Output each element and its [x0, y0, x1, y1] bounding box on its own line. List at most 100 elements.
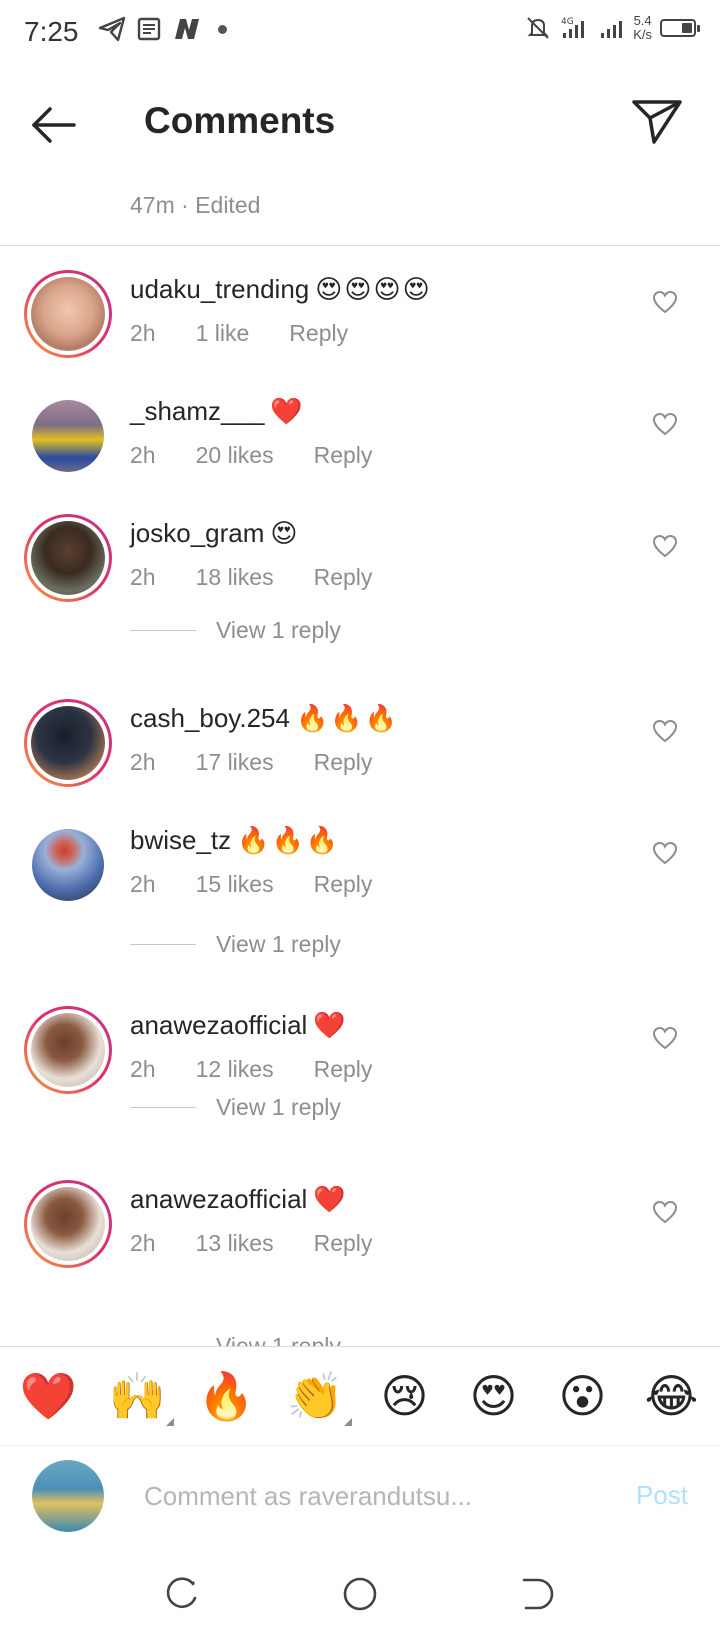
system-nav-bar [0, 1546, 720, 1640]
reply-button[interactable]: Reply [314, 1230, 373, 1257]
comment-item[interactable]: josko_gram 😍 2h 18 likes Reply [0, 490, 720, 610]
comment-input[interactable] [144, 1476, 584, 1516]
reply-button[interactable]: Reply [314, 1056, 373, 1083]
comment-username[interactable]: cash_boy.254 [130, 703, 290, 733]
emoji-reaction-bar: ❤️ 🙌 🔥 👏 😢 😍 😮 😂 [0, 1346, 720, 1446]
signal-4g-icon: 4G [561, 17, 585, 38]
emoji-crying-button[interactable]: 😢 [365, 1369, 445, 1423]
emoji-heart-button[interactable]: ❤️ [9, 1369, 89, 1424]
comment-item[interactable]: bwise_tz 🔥🔥🔥 2h 15 likes Reply [0, 797, 720, 917]
view-replies-button[interactable]: View 1 reply [130, 610, 341, 650]
heart-icon[interactable] [652, 841, 678, 865]
comment-item[interactable]: udaku_trending 😍😍😍😍 2h 1 like Reply [0, 246, 720, 366]
view-replies-label: View 1 reply [216, 1093, 341, 1120]
avatar[interactable] [24, 1180, 112, 1268]
comment-username[interactable]: bwise_tz [130, 825, 231, 855]
reply-button[interactable]: Reply [314, 564, 373, 591]
skin-tone-indicator [343, 1417, 352, 1426]
news-icon [137, 17, 161, 41]
comment-composer: Post [0, 1446, 720, 1546]
caption-meta: 47m · Edited [130, 192, 261, 218]
status-bar: 7:25 4G 5.4 K/s [0, 0, 720, 68]
comment-username[interactable]: anawezaofficial [130, 1184, 307, 1214]
comment-likes[interactable]: 20 likes [196, 442, 274, 469]
comment-text: 😍 [270, 518, 300, 548]
reply-button[interactable]: Reply [314, 871, 373, 898]
view-replies-label: View 1 reply [216, 930, 341, 957]
comment-username[interactable]: udaku_trending [130, 274, 309, 304]
heart-icon[interactable] [652, 719, 678, 743]
comment-username[interactable]: anawezaofficial [130, 1010, 307, 1040]
mute-icon [527, 17, 549, 39]
avatar[interactable] [24, 270, 112, 358]
avatar[interactable] [24, 1006, 112, 1094]
comment-username[interactable]: _shamz___ [130, 396, 264, 426]
comment-text: ❤️ [313, 1010, 348, 1040]
back-arrow-icon[interactable] [26, 100, 86, 150]
comment-text: ❤️ [313, 1184, 348, 1214]
my-avatar [32, 1460, 104, 1532]
emoji-raised-hands-button[interactable]: 🙌 [98, 1369, 178, 1426]
avatar[interactable] [24, 699, 112, 787]
comment-item[interactable]: cash_boy.254 🔥🔥🔥 2h 17 likes Reply [0, 675, 720, 795]
app-n-icon [175, 19, 199, 39]
comment-likes[interactable]: 1 like [196, 320, 250, 347]
comment-likes[interactable]: 13 likes [196, 1230, 274, 1257]
comments-list[interactable]: udaku_trending 😍😍😍😍 2h 1 like Reply _sham… [0, 246, 720, 1346]
comment-text: 🔥🔥🔥 [237, 825, 341, 855]
divider-line [130, 629, 196, 631]
reply-button[interactable]: Reply [314, 749, 373, 776]
comment-username[interactable]: josko_gram [130, 518, 264, 548]
back-icon[interactable] [516, 1574, 556, 1614]
emoji-heart-eyes-button[interactable]: 😍 [454, 1369, 534, 1423]
comment-time: 2h [130, 749, 156, 775]
comment-item[interactable]: _shamz___ ❤️ 2h 20 likes Reply [0, 368, 720, 488]
heart-icon[interactable] [652, 1200, 678, 1224]
svg-text:4G: 4G [561, 17, 574, 27]
skin-tone-indicator [165, 1417, 174, 1426]
view-replies-button[interactable]: View 1 reply [130, 1326, 341, 1346]
heart-icon[interactable] [652, 1026, 678, 1050]
comment-time: 2h [130, 871, 156, 897]
avatar[interactable] [24, 514, 112, 602]
emoji-surprised-button[interactable]: 😮 [543, 1369, 623, 1423]
comment-time: 2h [130, 564, 156, 590]
comment-time: 2h [130, 320, 156, 346]
avatar[interactable] [24, 821, 112, 909]
view-replies-label: View 1 reply [216, 616, 341, 643]
comment-item[interactable]: anawezaofficial ❤️ 2h 13 likes Reply [0, 1156, 720, 1276]
comment-text: ❤️ [270, 396, 305, 426]
battery-icon [660, 19, 700, 37]
emoji-fire-button[interactable]: 🔥 [187, 1369, 267, 1424]
heart-icon[interactable] [652, 290, 678, 314]
page-title: Comments [144, 100, 336, 141]
emoji-laughing-button[interactable]: 😂 [632, 1369, 712, 1423]
signal-icon [601, 21, 623, 38]
view-replies-button[interactable]: View 1 reply [130, 1087, 341, 1127]
caption-area: 47m · Edited [0, 162, 720, 246]
comment-time: 2h [130, 442, 156, 468]
recents-icon[interactable] [163, 1574, 203, 1614]
comment-time: 2h [130, 1230, 156, 1256]
comment-text: 🔥🔥🔥 [295, 703, 400, 733]
avatar[interactable] [24, 392, 112, 480]
heart-icon[interactable] [652, 412, 678, 436]
home-icon[interactable] [340, 1574, 380, 1614]
comment-likes[interactable]: 17 likes [196, 749, 274, 776]
telegram-icon [98, 16, 126, 42]
post-button[interactable]: Post [636, 1480, 688, 1511]
network-speed: 5.4 K/s [633, 13, 652, 42]
notification-dot [218, 24, 227, 34]
reply-button[interactable]: Reply [289, 320, 348, 347]
view-replies-button[interactable]: View 1 reply [130, 924, 341, 964]
emoji-clap-button[interactable]: 👏 [276, 1369, 356, 1426]
comment-likes[interactable]: 18 likes [196, 564, 274, 591]
comment-likes[interactable]: 15 likes [196, 871, 274, 898]
reply-button[interactable]: Reply [314, 442, 373, 469]
heart-icon[interactable] [652, 534, 678, 558]
view-replies-label: View 1 reply [216, 1332, 341, 1347]
send-icon[interactable] [630, 96, 684, 146]
comment-item[interactable]: anawezaofficial ❤️ 2h 12 likes Reply [0, 982, 720, 1102]
comment-text: 😍😍😍😍 [315, 274, 432, 304]
comment-likes[interactable]: 12 likes [196, 1056, 274, 1083]
